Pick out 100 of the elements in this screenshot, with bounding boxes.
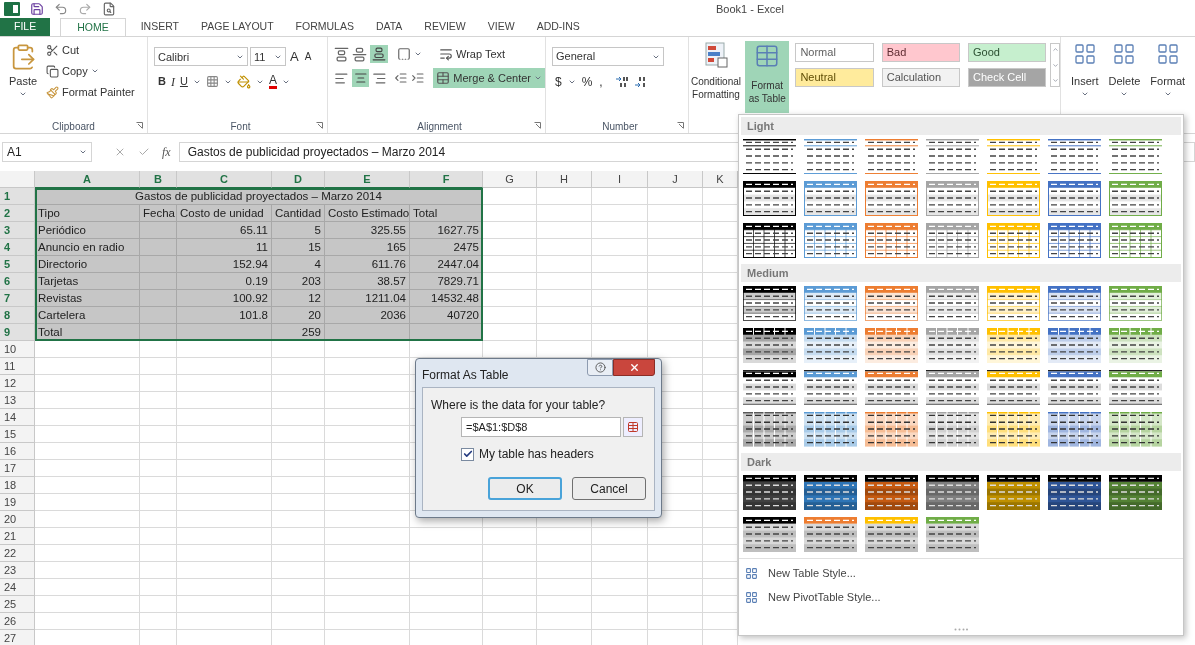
row-header[interactable]: 24 <box>0 579 35 596</box>
row-header[interactable]: 11 <box>0 358 35 375</box>
row-header[interactable]: 16 <box>0 443 35 460</box>
row-header[interactable]: 3 <box>0 222 35 239</box>
format-painter-button[interactable]: Format Painter <box>46 83 135 101</box>
row-header[interactable]: 22 <box>0 545 35 562</box>
table-cell: 20 <box>272 307 325 324</box>
font-name-field[interactable]: Calibri <box>154 47 248 67</box>
row-header[interactable]: 4 <box>0 239 35 256</box>
dialog-button[interactable]: OK <box>488 477 562 500</box>
row-header[interactable]: 26 <box>0 613 35 630</box>
font-size-field[interactable]: 11 <box>250 47 286 67</box>
cells-button[interactable]: Delete <box>1108 41 1141 98</box>
cut-button[interactable]: Cut <box>46 41 135 59</box>
wrap-text-button[interactable]: Wrap Text <box>439 45 506 63</box>
column-header[interactable]: G <box>483 171 537 188</box>
table-cell: 12 <box>272 290 325 307</box>
range-input-field[interactable]: =$A$1:$D$8 <box>461 417 621 437</box>
font-style-button[interactable]: I <box>170 72 175 91</box>
row-header[interactable]: 7 <box>0 290 35 307</box>
ribbon-tab[interactable]: INSERT <box>129 18 190 36</box>
column-header[interactable]: J <box>648 171 703 188</box>
table-cell: 0.19 <box>177 273 272 290</box>
table-cell: 1627.75 <box>410 222 483 239</box>
table-cell: Tarjetas <box>35 273 140 290</box>
ribbon-tab[interactable]: DATA <box>364 18 414 36</box>
name-box[interactable]: A1 <box>2 142 92 162</box>
conditional-formatting-button[interactable]: Conditional Formatting <box>689 41 743 101</box>
number-style-button[interactable]: $ <box>554 73 563 91</box>
table-cell: 203 <box>272 273 325 290</box>
cells-button[interactable]: Format <box>1150 41 1186 98</box>
row-header[interactable]: 15 <box>0 426 35 443</box>
table-cell: 15 <box>272 239 325 256</box>
table-cell: Fecha <box>140 205 177 222</box>
group-label: Number <box>602 119 638 134</box>
group-label: Font <box>230 119 251 134</box>
menu-item[interactable]: New Table Style... <box>739 563 1183 583</box>
cell-style-button[interactable]: Calculation <box>881 68 960 87</box>
dialog-button[interactable]: Cancel <box>572 477 646 500</box>
row-header[interactable]: 2 <box>0 205 35 222</box>
grow-font-button[interactable]: A <box>288 47 301 67</box>
row-header[interactable]: 19 <box>0 494 35 511</box>
column-header[interactable]: B <box>140 171 177 188</box>
row-header[interactable]: 9 <box>0 324 35 341</box>
column-header[interactable]: K <box>703 171 738 188</box>
group-label: Alignment <box>417 119 462 134</box>
menu-item[interactable]: New PivotTable Style... <box>739 587 1183 607</box>
gallery-section-header: Light <box>741 117 1181 135</box>
column-header[interactable]: I <box>592 171 648 188</box>
insert-function-button[interactable]: fx <box>162 143 171 161</box>
number-style-button[interactable]: % <box>580 73 594 91</box>
row-header[interactable]: 12 <box>0 375 35 392</box>
row-header[interactable]: 10 <box>0 341 35 358</box>
cell-style-button[interactable]: Neutral <box>795 68 874 87</box>
row-header[interactable]: 25 <box>0 596 35 613</box>
ribbon-tab[interactable]: ADD-INS <box>525 18 591 36</box>
row-header[interactable]: 8 <box>0 307 35 324</box>
ribbon-tab[interactable]: VIEW <box>476 18 526 36</box>
ribbon-tab[interactable]: FORMULAS <box>284 18 365 36</box>
ribbon-tab[interactable]: HOME <box>60 18 126 36</box>
copy-button[interactable]: Copy <box>46 62 135 80</box>
shrink-font-button[interactable]: A <box>302 49 314 65</box>
row-header[interactable]: 23 <box>0 562 35 579</box>
column-header[interactable]: D <box>272 171 325 188</box>
ribbon-tab[interactable]: REVIEW <box>413 18 477 36</box>
column-header[interactable]: E <box>325 171 410 188</box>
number-style-button[interactable]: , <box>598 73 604 91</box>
merge-center-button[interactable]: Merge & Center <box>433 68 545 88</box>
table-cell: 100.92 <box>177 290 272 307</box>
number-format-field[interactable]: General <box>552 47 664 66</box>
table-cell: 14532.48 <box>410 290 483 307</box>
column-header[interactable]: C <box>177 171 272 188</box>
font-style-button[interactable]: B <box>158 73 166 90</box>
table-cell: 2036 <box>325 307 410 324</box>
font-style-button[interactable]: U <box>179 73 188 90</box>
column-header[interactable]: A <box>35 171 140 188</box>
row-header[interactable]: 17 <box>0 460 35 477</box>
cell-style-button[interactable]: Normal <box>795 43 874 62</box>
row-header[interactable]: 6 <box>0 273 35 290</box>
row-header[interactable]: 5 <box>0 256 35 273</box>
row-header[interactable]: 13 <box>0 392 35 409</box>
column-header[interactable]: F <box>410 171 483 188</box>
font-color-button[interactable]: A <box>268 74 277 89</box>
file-tab[interactable]: FILE <box>0 18 51 36</box>
cell-style-button[interactable]: Bad <box>881 43 960 62</box>
cells-button[interactable]: Insert <box>1071 41 1099 98</box>
cell-style-button[interactable]: Good <box>968 43 1047 62</box>
row-header[interactable]: 20 <box>0 511 35 528</box>
row-header[interactable]: 14 <box>0 409 35 426</box>
table-cell: 4 <box>272 256 325 273</box>
row-header[interactable]: 1 <box>0 188 35 205</box>
column-header[interactable]: H <box>537 171 592 188</box>
row-header[interactable]: 21 <box>0 528 35 545</box>
row-header[interactable]: 27 <box>0 630 35 645</box>
paste-button[interactable]: Paste <box>4 41 42 101</box>
row-header[interactable]: 18 <box>0 477 35 494</box>
ribbon-tab[interactable]: PAGE LAYOUT <box>190 18 285 36</box>
table-cell: 40720 <box>410 307 483 324</box>
table-cell: Costo Estimado <box>325 205 410 222</box>
format-as-table-button[interactable]: Format as Table <box>745 41 790 113</box>
